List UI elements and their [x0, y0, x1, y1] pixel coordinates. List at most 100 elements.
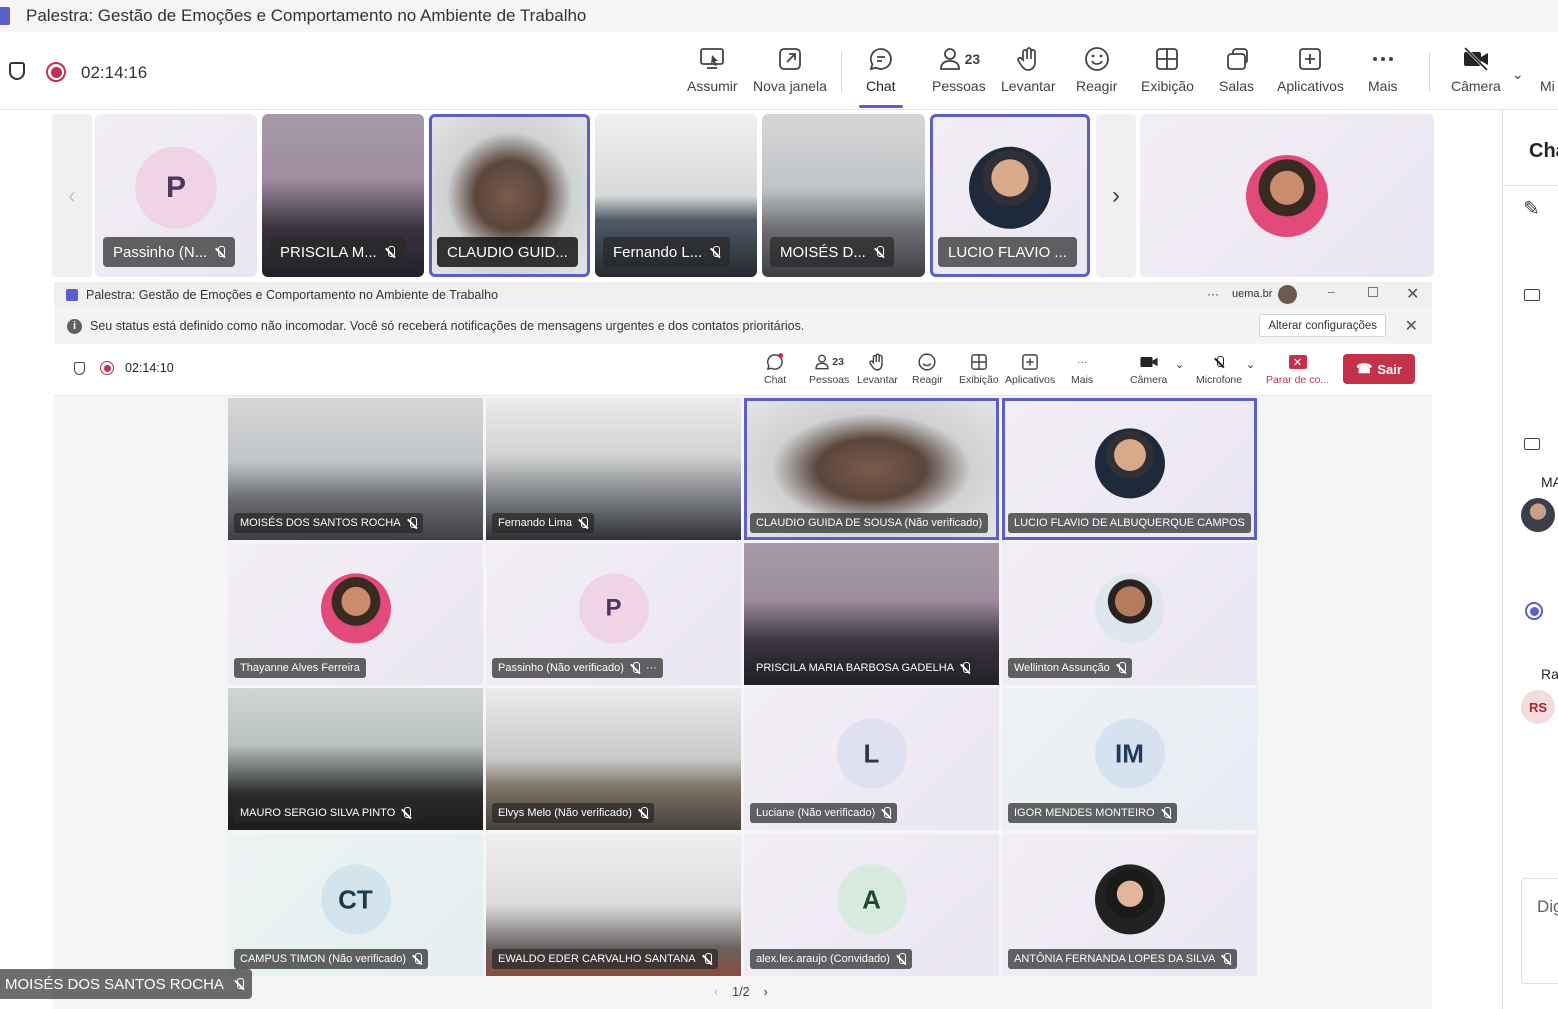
message-input-placeholder: Dig [1537, 897, 1558, 916]
chevron-right-icon: › [1112, 181, 1120, 209]
participant-name-text: ANTÔNIA FERNANDA LOPES DA SILVA [1014, 953, 1216, 965]
video-icon[interactable] [1524, 438, 1540, 450]
leave-button[interactable]: ☎ Sair [1343, 354, 1415, 384]
grid-tile[interactable]: EWALDO EDER CARVALHO SANTANA [486, 834, 741, 976]
maximize-icon[interactable] [1368, 287, 1378, 297]
grid-tile[interactable]: Aalex.lex.araujo (Convidado) [744, 834, 999, 976]
chevron-left-icon[interactable]: ‹ [714, 985, 718, 999]
inner-exibicao-button[interactable]: Exibição [959, 350, 999, 386]
microfone-button[interactable]: Mi [1540, 40, 1555, 102]
inner-reagir-button[interactable]: Reagir [912, 350, 943, 386]
mais-button[interactable]: Mais [1368, 40, 1398, 102]
exibicao-button[interactable]: Exibição [1141, 40, 1194, 102]
inner-chat-button[interactable]: Chat [764, 350, 786, 386]
window-title: Palestra: Gestão de Emoções e Comportame… [26, 6, 587, 25]
grid-tile[interactable]: Fernando Lima [486, 398, 741, 540]
minimize-icon[interactable]: – [1328, 285, 1335, 299]
message-input[interactable]: Dig [1521, 878, 1558, 984]
grid-tile[interactable]: MOISÉS DOS SANTOS ROCHA [228, 398, 483, 540]
participant-name: alex.lex.araujo (Convidado) [750, 949, 912, 969]
people-icon: 23 [814, 350, 844, 374]
meeting-timer: 02:14:16 [81, 63, 148, 82]
video-icon[interactable] [1524, 289, 1540, 301]
shared-screen: Palestra: Gestão de Emoções e Comportame… [54, 282, 1432, 1009]
people-count: 23 [964, 51, 981, 67]
grid-tile[interactable]: Elvys Melo (Não verificado) [486, 688, 741, 830]
inner-camera-button[interactable]: Câmera [1130, 350, 1167, 386]
alterar-configuracoes-button[interactable]: Alterar configurações [1259, 314, 1386, 337]
avatar [1094, 573, 1165, 644]
avatar[interactable] [1278, 285, 1297, 304]
camera-button[interactable]: Câmera [1451, 40, 1501, 102]
close-icon[interactable]: ✕ [1406, 284, 1419, 304]
shield-icon [9, 62, 25, 80]
inner-aplicativos-button[interactable]: Aplicativos [1005, 350, 1055, 386]
grid-tile[interactable]: P Passinho (Não verificado) ··· [486, 543, 741, 685]
participant-name-text: MOISÉS DOS SANTOS ROCHA [240, 517, 401, 529]
participant-name-text: CLAUDIO GUIDA DE SOUSA (Não verificado) [756, 517, 983, 529]
inner-microfone-button[interactable]: Microfone [1196, 350, 1242, 386]
mic-off-icon [960, 661, 971, 675]
more-icon[interactable]: ··· [1207, 287, 1219, 301]
levantar-label: Levantar [857, 374, 898, 386]
reagir-label: Reagir [1076, 78, 1118, 94]
recording-icon [46, 62, 66, 82]
grid-tile[interactable]: PRISCILA MARIA BARBOSA GADELHA [744, 543, 999, 685]
inner-mais-button[interactable]: ··· Mais [1071, 350, 1093, 386]
participant-name: PRISCILA M... [270, 237, 405, 267]
chat-icon [867, 40, 895, 78]
grid-tile[interactable]: L Luciane (Não verificado) [744, 688, 999, 830]
grid-tile[interactable]: LUCIO FLAVIO DE ALBUQUERQUE CAMPOS [1002, 398, 1257, 540]
assumir-button[interactable]: Assumir [687, 40, 738, 102]
inner-pessoas-button[interactable]: 23 Pessoas [809, 350, 849, 386]
avatar: P [135, 146, 217, 229]
strip-tile-priscila[interactable]: PRISCILA M... [262, 114, 424, 277]
chevron-down-icon[interactable]: ⌄ [1246, 358, 1255, 371]
grid-tile[interactable]: IM IGOR MENDES MONTEIRO [1002, 688, 1257, 830]
levantar-label: Levantar [1001, 78, 1056, 94]
raise-hand-icon [1014, 40, 1042, 78]
salas-button[interactable]: Salas [1219, 40, 1254, 102]
participant-name: LUCIO FLAVIO DE ALBUQUERQUE CAMPOS [1008, 513, 1251, 533]
grid-tile[interactable]: Thayanne Alves Ferreira [228, 543, 483, 685]
nova-janela-button[interactable]: Nova janela [753, 40, 827, 102]
grid-tile[interactable]: CLAUDIO GUIDA DE SOUSA (Não verificado) [744, 398, 999, 540]
strip-prev-button[interactable]: ‹ [52, 114, 92, 277]
chevron-right-icon[interactable]: › [764, 985, 768, 999]
reagir-button[interactable]: Reagir [1076, 40, 1117, 102]
exibicao-label: Exibição [959, 374, 999, 386]
aplicativos-button[interactable]: Aplicativos [1277, 40, 1344, 102]
recording-icon [100, 361, 114, 375]
teams-logo-icon [0, 7, 10, 25]
more-icon[interactable]: ··· [646, 662, 657, 674]
participant-name-text: MOISÉS D... [780, 243, 866, 261]
chevron-down-icon[interactable]: ⌄ [1175, 358, 1184, 371]
participant-name-text: Fernando Lima [498, 517, 572, 529]
grid-tile[interactable]: Wellinton Assunção [1002, 543, 1257, 685]
divider [841, 52, 842, 92]
divider [1503, 185, 1558, 186]
radio-icon[interactable] [1525, 602, 1543, 620]
participant-name: MAURO SERGIO SILVA PINTO [234, 803, 418, 823]
grid-tile[interactable]: MAURO SERGIO SILVA PINTO [228, 688, 483, 830]
stop-sharing-button[interactable]: ✕ Parar de co... [1266, 350, 1329, 386]
participant-name-text: Passinho (N... [113, 243, 208, 261]
strip-tile-moises[interactable]: MOISÉS D... [762, 114, 925, 277]
chat-button[interactable]: Chat [858, 40, 903, 108]
avatar [1521, 498, 1555, 532]
strip-tile-lucio[interactable]: LUCIO FLAVIO ... [930, 114, 1090, 277]
camera-options-chevron-icon[interactable]: ⌄ [1512, 66, 1524, 83]
pessoas-button[interactable]: 23 Pessoas [932, 40, 986, 102]
participant-name: IGOR MENDES MONTEIRO [1008, 803, 1177, 823]
participant-name: Passinho (N... [103, 237, 236, 267]
grid-tile[interactable]: CT CAMPUS TIMON (Não verificado) [228, 834, 483, 976]
edit-icon[interactable]: ✎ [1523, 196, 1540, 221]
strip-next-button[interactable]: › [1096, 114, 1136, 277]
grid-tile[interactable]: ANTÔNIA FERNANDA LOPES DA SILVA [1002, 834, 1257, 976]
inner-levantar-button[interactable]: Levantar [857, 350, 898, 386]
strip-tile-fernando[interactable]: Fernando L... [595, 114, 757, 277]
levantar-button[interactable]: Levantar [1001, 40, 1055, 102]
close-icon[interactable]: ✕ [1405, 316, 1418, 336]
strip-tile-claudio[interactable]: CLAUDIO GUID... [429, 114, 590, 277]
strip-tile-passinho[interactable]: P Passinho (N... [95, 114, 257, 277]
